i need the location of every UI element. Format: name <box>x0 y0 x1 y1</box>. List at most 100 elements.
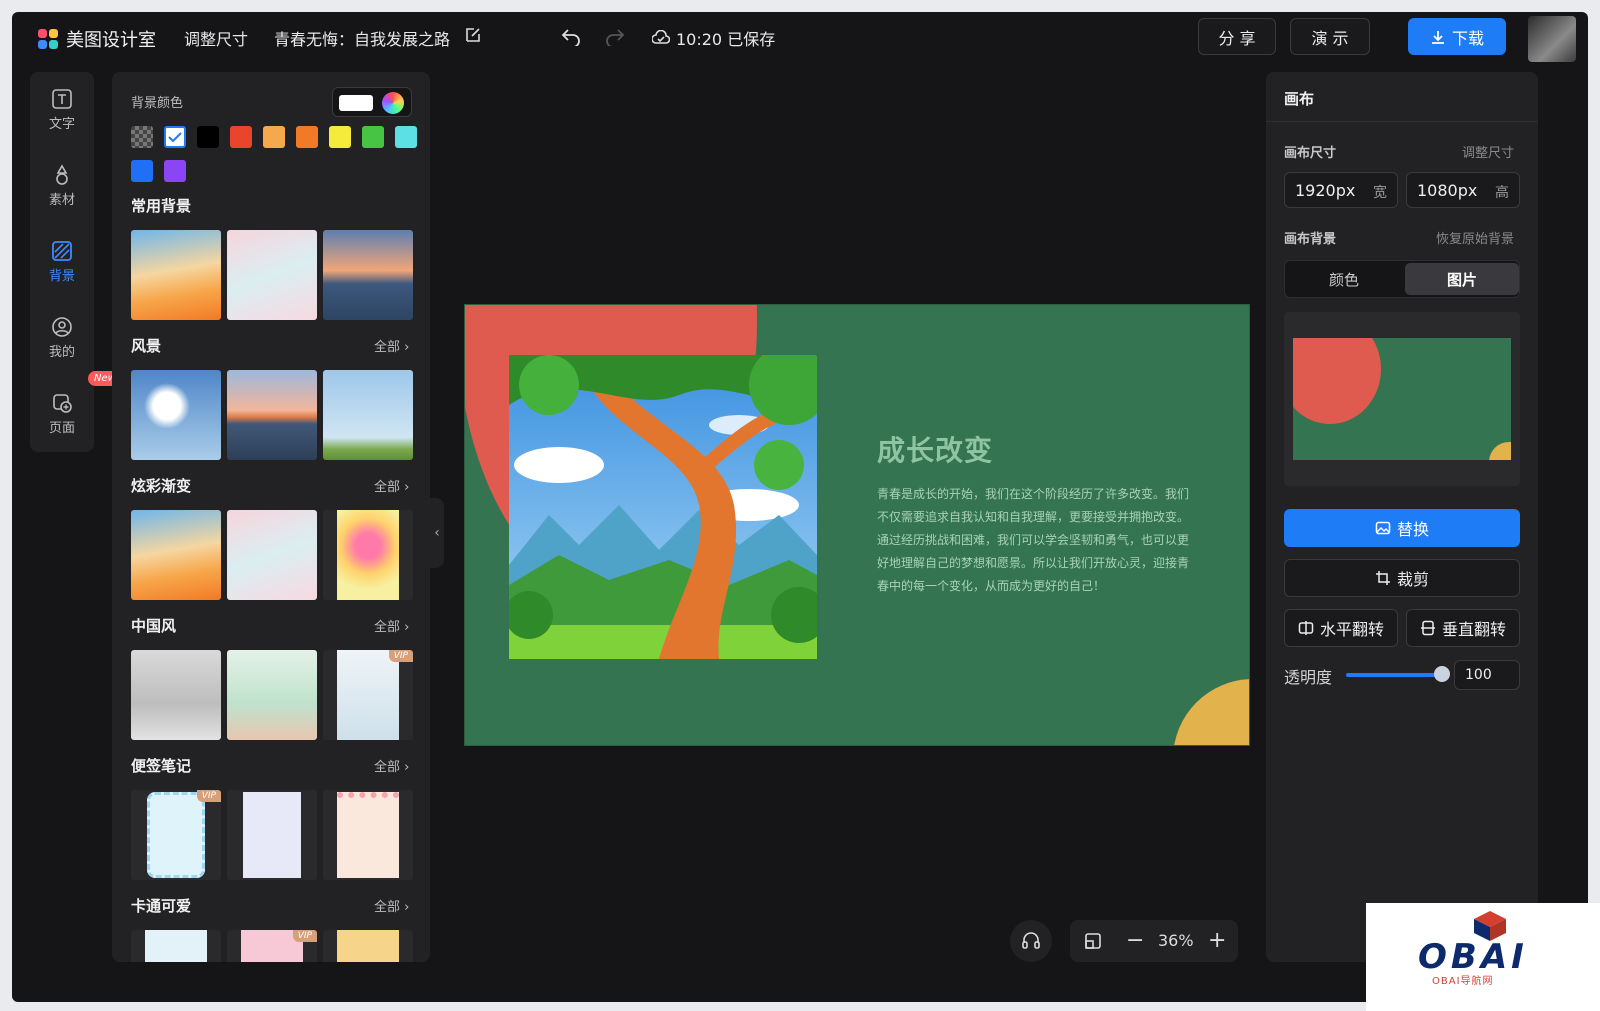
bg-thumb[interactable] <box>131 930 221 962</box>
more-link-cartoon[interactable]: 全部 › <box>374 896 409 915</box>
bg-thumb[interactable] <box>131 510 221 600</box>
flip-horizontal-button[interactable]: 水平翻转 <box>1284 609 1398 647</box>
bg-thumb[interactable] <box>323 930 413 962</box>
zoom-level[interactable]: 36% <box>1158 931 1194 950</box>
crop-button[interactable]: 裁剪 <box>1284 559 1520 597</box>
swatch-blue[interactable] <box>131 160 153 182</box>
rail-item-mine[interactable]: 我的 <box>30 316 94 360</box>
bg-thumb[interactable] <box>323 510 413 600</box>
bg-thumb[interactable] <box>323 790 413 880</box>
bg-thumb[interactable]: VIP <box>323 650 413 740</box>
section-title-chinese: 中国风 <box>131 617 177 635</box>
check-icon <box>168 132 182 143</box>
more-link-scenery[interactable]: 全部 › <box>374 336 409 355</box>
app-logo[interactable]: 美图设计室 <box>38 26 156 52</box>
share-button[interactable]: 分 享 <box>1198 18 1276 55</box>
swatch-red[interactable] <box>230 126 252 148</box>
height-value: 1080px <box>1417 181 1478 200</box>
page-add-icon <box>53 394 72 413</box>
redo-icon[interactable] <box>604 26 626 46</box>
crop-icon <box>1375 571 1390 585</box>
present-button[interactable]: 演 示 <box>1290 18 1370 55</box>
user-icon <box>52 317 72 337</box>
bg-thumb[interactable] <box>323 370 413 460</box>
watermark: OBAI OBAI导航网 <box>1366 903 1600 1011</box>
rail-item-text[interactable]: 文字 <box>30 88 94 132</box>
slide-canvas[interactable]: 成长改变 青春是成长的开始，我们在这个阶段经历了许多改变。我们不仅需要追求自我认… <box>464 304 1250 746</box>
bg-thumb[interactable] <box>227 510 317 600</box>
rail-item-materials[interactable]: 素材 <box>30 164 94 208</box>
crop-label: 裁剪 <box>1396 570 1429 589</box>
opacity-input[interactable]: 100 <box>1454 660 1520 690</box>
resize-menu[interactable]: 调整尺寸 <box>184 26 248 50</box>
top-bar: 美图设计室 调整尺寸 青春无悔：自我发展之路 10:20 已保存 分 享 演 示… <box>12 12 1588 62</box>
opacity-slider-track[interactable] <box>1346 673 1442 677</box>
edit-icon[interactable] <box>464 26 482 44</box>
swatch-white-selected[interactable] <box>164 126 186 148</box>
collapse-panel-button[interactable]: ‹ <box>430 498 444 568</box>
download-label: 下载 <box>1451 28 1484 48</box>
swatch-cyan[interactable] <box>395 126 417 148</box>
headset-icon <box>1022 932 1040 949</box>
rail-item-label: 页面 <box>48 421 75 436</box>
slide-title[interactable]: 成长改变 <box>877 429 993 469</box>
bg-thumb[interactable] <box>227 790 317 880</box>
height-input[interactable]: 1080px 高 <box>1406 172 1520 208</box>
more-link-chinese[interactable]: 全部 › <box>374 616 409 635</box>
doc-title[interactable]: 青春无悔：自我发展之路 <box>274 26 450 50</box>
zoom-out-button[interactable]: − <box>1126 928 1144 953</box>
avatar[interactable] <box>1528 16 1576 62</box>
more-label: 全部 <box>374 900 401 915</box>
more-link-gradient[interactable]: 全部 › <box>374 476 409 495</box>
resize-link[interactable]: 调整尺寸 <box>1462 142 1514 161</box>
flip-vertical-icon <box>1420 620 1435 636</box>
rail-item-background[interactable]: 背景 <box>30 240 94 284</box>
tab-image[interactable]: 图片 <box>1405 263 1519 295</box>
text-icon <box>52 89 72 109</box>
bg-thumb[interactable] <box>131 370 221 460</box>
help-button[interactable] <box>1010 920 1052 962</box>
save-status: 10:20 已保存 <box>652 26 775 50</box>
replace-button[interactable]: 替换 <box>1284 509 1520 547</box>
color-picker[interactable] <box>332 87 412 117</box>
undo-icon[interactable] <box>560 26 582 46</box>
bg-thumb[interactable] <box>227 230 317 320</box>
image-icon <box>1375 521 1391 535</box>
swatch-purple[interactable] <box>164 160 186 182</box>
swatch-orange[interactable] <box>296 126 318 148</box>
preview-yellow-circle <box>1489 442 1511 460</box>
bg-thumb[interactable] <box>131 230 221 320</box>
canvas-size-label: 画布尺寸 <box>1284 146 1337 161</box>
canvas-bg-label: 画布背景 <box>1284 232 1337 247</box>
slide-body-text[interactable]: 青春是成长的开始，我们在这个阶段经历了许多改变。我们不仅需要追求自我认知和自我理… <box>877 483 1189 598</box>
bg-thumb[interactable] <box>227 650 317 740</box>
slide-tree-illustration[interactable] <box>509 355 817 659</box>
download-icon <box>1431 30 1444 44</box>
opacity-slider-thumb[interactable] <box>1434 666 1450 682</box>
bg-thumb[interactable] <box>131 650 221 740</box>
fit-screen-icon[interactable] <box>1084 932 1102 950</box>
zoom-in-button[interactable]: + <box>1208 928 1226 953</box>
rail-item-pages[interactable]: 页面 <box>30 392 94 436</box>
swatch-light-orange[interactable] <box>263 126 285 148</box>
tab-color[interactable]: 颜色 <box>1287 263 1401 295</box>
more-label: 全部 <box>374 760 401 775</box>
replace-label: 替换 <box>1396 520 1429 539</box>
more-label: 全部 <box>374 480 401 495</box>
swatch-black[interactable] <box>197 126 219 148</box>
flip-vertical-button[interactable]: 垂直翻转 <box>1406 609 1520 647</box>
flip-horizontal-icon <box>1298 621 1314 635</box>
download-button[interactable]: 下载 <box>1408 18 1506 55</box>
swatch-green[interactable] <box>362 126 384 148</box>
swatch-transparent[interactable] <box>131 126 153 148</box>
restore-bg-link[interactable]: 恢复原始背景 <box>1436 228 1514 247</box>
more-link-notes[interactable]: 全部 › <box>374 756 409 775</box>
width-input[interactable]: 1920px 宽 <box>1284 172 1398 208</box>
bg-thumb[interactable] <box>227 370 317 460</box>
bg-thumb[interactable]: VIP <box>227 930 317 962</box>
color-wheel-icon[interactable] <box>382 92 404 114</box>
swatch-yellow[interactable] <box>329 126 351 148</box>
bg-thumb[interactable] <box>323 230 413 320</box>
bg-thumb[interactable]: VIP <box>131 790 221 880</box>
app-window: 美图设计室 调整尺寸 青春无悔：自我发展之路 10:20 已保存 分 享 演 示… <box>12 12 1588 1002</box>
